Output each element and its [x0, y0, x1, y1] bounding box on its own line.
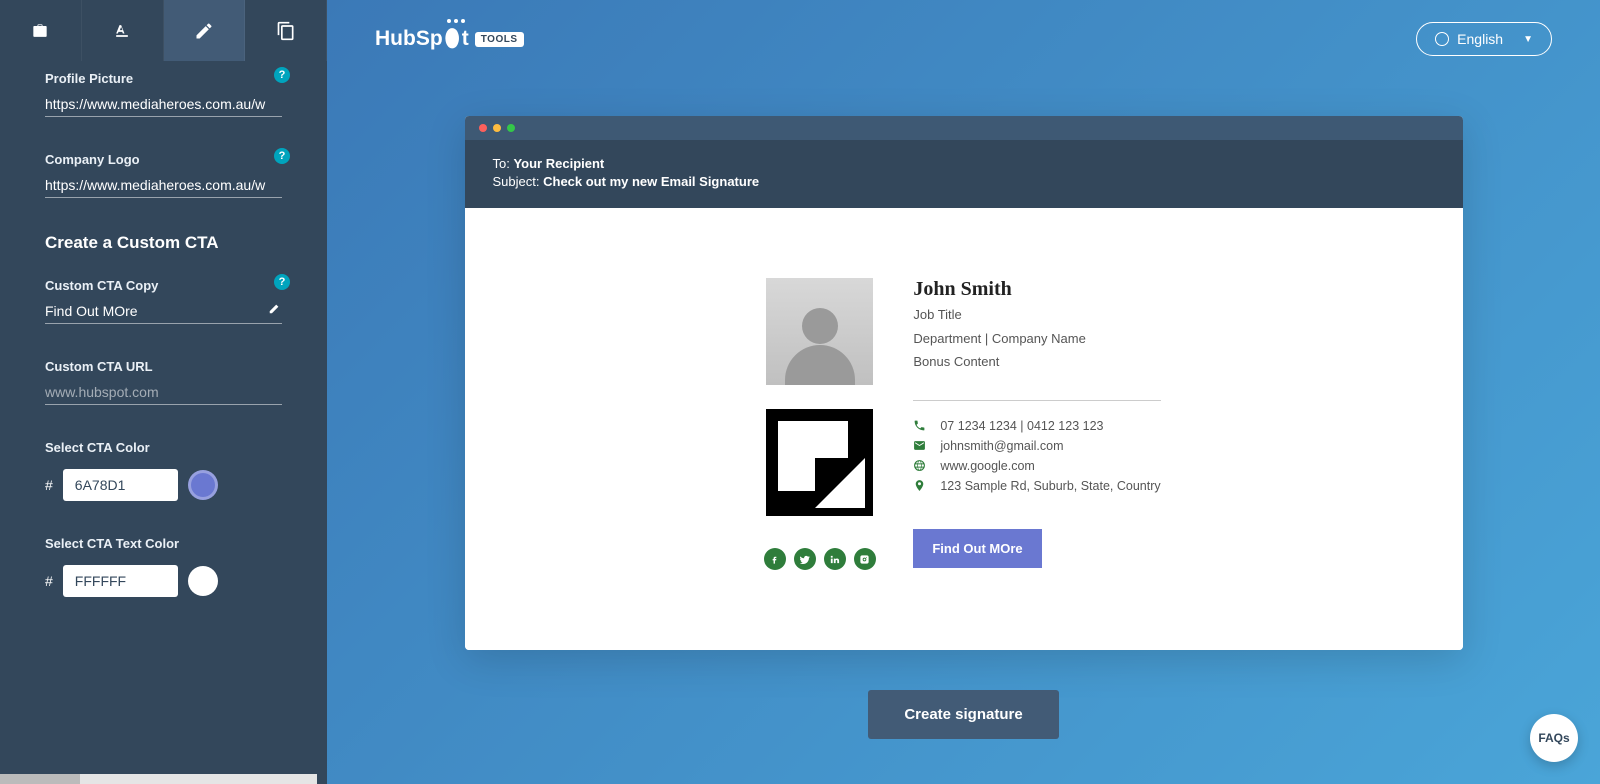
phone-value: 07 1234 1234 | 0412 123 123 — [940, 419, 1103, 433]
contact-email: johnsmith@gmail.com — [913, 439, 1160, 453]
swatch-cta-color[interactable] — [188, 470, 218, 500]
language-selector[interactable]: English ▼ — [1416, 22, 1552, 56]
field-cta-color: Select CTA Color # — [45, 440, 282, 501]
field-cta-copy: ? Custom CTA Copy — [45, 278, 282, 324]
tab-style[interactable] — [82, 0, 164, 61]
horizontal-scrollbar[interactable] — [0, 774, 317, 784]
hubspot-logo: HubSp ⬮ t TOOLS — [375, 25, 524, 53]
input-profile-picture[interactable] — [45, 92, 282, 117]
signature-block: ★ John Smith Job Title Department | Comp… — [766, 278, 1160, 570]
signature-left-col: ★ — [766, 278, 873, 570]
window-min-icon — [493, 124, 501, 132]
divider — [913, 400, 1160, 401]
contact-address: 123 Sample Rd, Suburb, State, Country — [913, 479, 1160, 493]
sidebar-tabs — [0, 0, 327, 61]
text-style-icon — [112, 21, 132, 41]
subject-label: Subject: — [493, 174, 540, 189]
avatar — [766, 278, 873, 385]
address-value: 123 Sample Rd, Suburb, State, Country — [940, 479, 1160, 493]
contact-phone: 07 1234 1234 | 0412 123 123 — [913, 419, 1160, 433]
label-cta-color: Select CTA Color — [45, 440, 282, 455]
field-profile-picture: ? Profile Picture — [45, 71, 282, 117]
help-icon[interactable]: ? — [274, 67, 290, 83]
email-body: ★ John Smith Job Title Department | Comp… — [465, 208, 1463, 650]
briefcase-icon — [30, 21, 50, 41]
email-header: To: Your Recipient Subject: Check out my… — [465, 140, 1463, 208]
topbar: HubSp ⬮ t TOOLS English ▼ — [327, 0, 1600, 66]
help-icon[interactable]: ? — [274, 148, 290, 164]
email-icon — [913, 439, 926, 452]
hash-symbol: # — [45, 477, 53, 493]
social-icons — [764, 548, 876, 570]
swatch-cta-text-color[interactable] — [188, 566, 218, 596]
email-value: johnsmith@gmail.com — [940, 439, 1063, 453]
window-max-icon — [507, 124, 515, 132]
input-company-logo[interactable] — [45, 173, 282, 198]
faqs-button[interactable]: FAQs — [1530, 714, 1578, 762]
location-icon — [913, 479, 926, 492]
to-value: Your Recipient — [513, 156, 604, 171]
window-chrome — [465, 116, 1463, 140]
cta-button[interactable]: Find Out MOre — [913, 529, 1041, 568]
company-logo-image: ★ — [766, 409, 873, 516]
star-icon: ★ — [853, 413, 867, 433]
globe-icon — [1435, 32, 1449, 46]
field-cta-url: Custom CTA URL — [45, 359, 282, 405]
signature-bonus: Bonus Content — [913, 352, 1160, 372]
input-cta-copy[interactable] — [45, 299, 282, 324]
email-preview-window: To: Your Recipient Subject: Check out my… — [465, 116, 1463, 650]
tab-edit[interactable] — [164, 0, 246, 61]
instagram-icon[interactable] — [854, 548, 876, 570]
logo-badge: TOOLS — [475, 32, 524, 47]
main-preview-area: HubSp ⬮ t TOOLS English ▼ To: Yo — [327, 0, 1600, 784]
chevron-down-icon: ▼ — [1523, 34, 1533, 45]
signature-name: John Smith — [913, 278, 1160, 301]
hash-symbol: # — [45, 573, 53, 589]
subject-value: Check out my new Email Signature — [543, 174, 759, 189]
label-cta-copy: Custom CTA Copy — [45, 278, 282, 293]
website-value: www.google.com — [940, 459, 1035, 473]
link-icon — [913, 459, 926, 472]
field-company-logo: ? Company Logo — [45, 152, 282, 198]
pencil-icon — [194, 21, 214, 41]
help-icon[interactable]: ? — [274, 274, 290, 290]
phone-icon — [913, 419, 926, 432]
facebook-icon[interactable] — [764, 548, 786, 570]
label-profile-picture: Profile Picture — [45, 71, 282, 86]
app-root: ? Profile Picture ? Company Logo Create … — [0, 0, 1600, 784]
to-label: To: — [493, 156, 510, 171]
input-cta-url[interactable] — [45, 380, 282, 405]
language-label: English — [1457, 31, 1503, 47]
field-cta-text-color: Select CTA Text Color # — [45, 536, 282, 597]
create-signature-button[interactable]: Create signature — [868, 690, 1058, 739]
copy-icon — [276, 21, 296, 41]
linkedin-icon[interactable] — [824, 548, 846, 570]
signature-right-col: John Smith Job Title Department | Compan… — [913, 278, 1160, 570]
window-close-icon — [479, 124, 487, 132]
input-cta-color[interactable] — [63, 469, 178, 501]
logo-text-2: t — [462, 27, 469, 51]
sidebar-scroll[interactable]: ? Profile Picture ? Company Logo Create … — [0, 61, 327, 784]
signature-dept-company: Department | Company Name — [913, 329, 1160, 349]
section-heading-cta: Create a Custom CTA — [45, 233, 282, 253]
label-cta-text-color: Select CTA Text Color — [45, 536, 282, 551]
logo-text-1: HubSp — [375, 27, 443, 51]
input-cta-text-color[interactable] — [63, 565, 178, 597]
twitter-icon[interactable] — [794, 548, 816, 570]
label-cta-url: Custom CTA URL — [45, 359, 282, 374]
settings-sidebar: ? Profile Picture ? Company Logo Create … — [0, 0, 327, 784]
label-company-logo: Company Logo — [45, 152, 282, 167]
tab-copy[interactable] — [245, 0, 327, 61]
contact-website: www.google.com — [913, 459, 1160, 473]
tab-details[interactable] — [0, 0, 82, 61]
edit-field-icon[interactable] — [268, 301, 282, 315]
signature-job-title: Job Title — [913, 305, 1160, 325]
